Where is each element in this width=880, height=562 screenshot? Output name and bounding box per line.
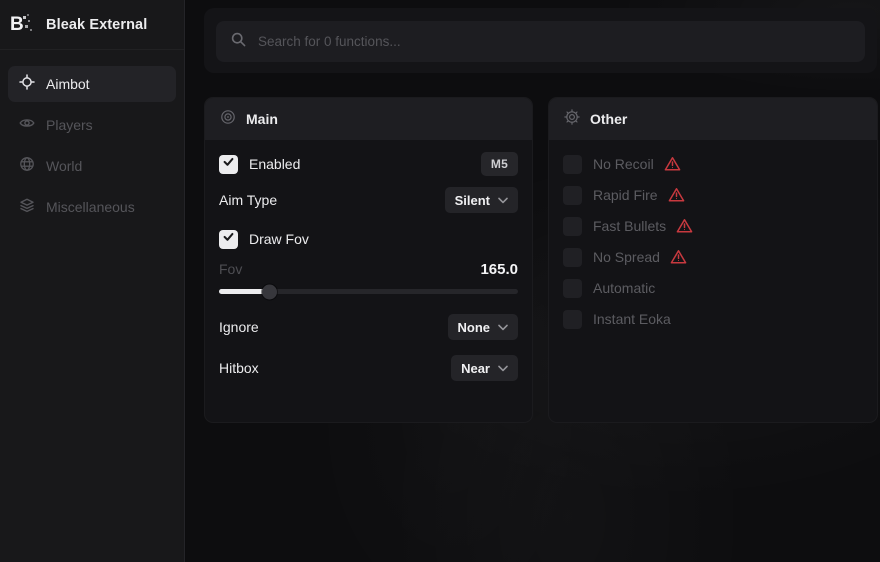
setting-row-fov: Fov 165.0	[219, 260, 518, 278]
setting-checkbox[interactable]	[563, 155, 582, 174]
search-box[interactable]	[216, 21, 865, 62]
panel-other-body: No Recoil Rapid Fire	[549, 140, 877, 331]
eye-icon	[19, 115, 35, 136]
setting-label: Rapid Fire	[593, 187, 658, 203]
layers-icon	[19, 197, 35, 218]
chevron-down-icon	[498, 359, 508, 377]
sidebar-item-label: Players	[46, 117, 93, 133]
other-setting-row[interactable]: Automatic	[563, 276, 863, 300]
other-setting-row[interactable]: Fast Bullets	[563, 214, 863, 238]
logo-glitch-pixel	[28, 20, 30, 22]
setting-checkbox[interactable]	[563, 279, 582, 298]
aim-type-value: Silent	[455, 193, 490, 208]
app-title: Bleak External	[46, 17, 147, 33]
fov-slider-thumb[interactable]	[262, 285, 277, 300]
hitbox-value: Near	[461, 361, 490, 376]
setting-label: No Recoil	[593, 156, 654, 172]
warning-icon	[668, 187, 685, 203]
fov-slider-row	[219, 284, 518, 300]
logo-letter: B	[10, 15, 24, 34]
app-logo: B	[10, 13, 38, 37]
panel-main-header: Main	[205, 98, 532, 140]
sidebar-item-aimbot[interactable]: Aimbot	[8, 66, 176, 102]
enabled-checkbox[interactable]	[219, 155, 238, 174]
app-header: B Bleak External	[0, 0, 184, 50]
sidebar: B Bleak External Aimbot	[0, 0, 185, 562]
check-icon	[222, 155, 235, 173]
setting-row-aim-type: Aim Type Silent	[219, 187, 518, 213]
main-content: Main Enabled M5 Aim Type	[186, 0, 880, 562]
panel-main: Main Enabled M5 Aim Type	[204, 97, 533, 423]
panel-main-body: Enabled M5 Aim Type Silent	[205, 140, 532, 381]
panel-title: Other	[590, 111, 627, 127]
sidebar-item-players[interactable]: Players	[8, 107, 176, 143]
crosshair-icon	[19, 74, 35, 95]
search-container	[204, 8, 877, 73]
enabled-label: Enabled	[249, 156, 300, 172]
sidebar-item-miscellaneous[interactable]: Miscellaneous	[8, 189, 176, 225]
logo-glitch-pixel	[25, 25, 28, 28]
search-input[interactable]	[258, 34, 851, 49]
sidebar-item-label: World	[46, 158, 82, 174]
setting-label: No Spread	[593, 249, 660, 265]
warning-icon	[670, 249, 687, 265]
other-setting-row[interactable]: Rapid Fire	[563, 183, 863, 207]
setting-checkbox[interactable]	[563, 310, 582, 329]
fov-label: Fov	[219, 261, 242, 277]
setting-label: Automatic	[593, 280, 655, 296]
setting-checkbox[interactable]	[563, 186, 582, 205]
sidebar-item-label: Aimbot	[46, 76, 90, 92]
keybind-button[interactable]: M5	[481, 152, 518, 176]
gear-icon	[564, 109, 580, 130]
setting-row-hitbox: Hitbox Near	[219, 355, 518, 381]
ignore-value: None	[458, 320, 491, 335]
globe-icon	[19, 156, 35, 177]
warning-icon	[676, 218, 693, 234]
sidebar-item-label: Miscellaneous	[46, 199, 135, 215]
setting-checkbox[interactable]	[563, 248, 582, 267]
setting-label: Fast Bullets	[593, 218, 666, 234]
logo-glitch-pixel	[23, 16, 26, 19]
hitbox-dropdown[interactable]: Near	[451, 355, 518, 381]
setting-row-ignore: Ignore None	[219, 314, 518, 340]
logo-glitch-pixel	[27, 14, 29, 16]
logo-glitch-pixel	[30, 29, 32, 31]
warning-icon	[664, 156, 681, 172]
draw-fov-checkbox[interactable]	[219, 230, 238, 249]
ignore-dropdown[interactable]: None	[448, 314, 519, 340]
sidebar-item-world[interactable]: World	[8, 148, 176, 184]
search-icon	[230, 31, 247, 53]
chevron-down-icon	[498, 318, 508, 336]
other-setting-row[interactable]: No Recoil	[563, 152, 863, 176]
hitbox-label: Hitbox	[219, 360, 259, 376]
panel-other: Other No Recoil Rapid Fire	[548, 97, 878, 423]
ignore-label: Ignore	[219, 319, 259, 335]
check-icon	[222, 230, 235, 248]
target-icon	[220, 109, 236, 130]
other-setting-row[interactable]: No Spread	[563, 245, 863, 269]
aim-type-label: Aim Type	[219, 192, 277, 208]
setting-checkbox[interactable]	[563, 217, 582, 236]
setting-row-draw-fov: Draw Fov	[219, 227, 518, 251]
setting-row-enabled: Enabled M5	[219, 152, 518, 176]
panel-title: Main	[246, 111, 278, 127]
other-setting-row[interactable]: Instant Eoka	[563, 307, 863, 331]
fov-value: 165.0	[480, 261, 518, 278]
panel-other-header: Other	[549, 98, 877, 140]
draw-fov-label: Draw Fov	[249, 231, 309, 247]
setting-label: Instant Eoka	[593, 311, 671, 327]
sidebar-nav: Aimbot Players World	[0, 50, 184, 225]
aim-type-dropdown[interactable]: Silent	[445, 187, 518, 213]
chevron-down-icon	[498, 191, 508, 209]
